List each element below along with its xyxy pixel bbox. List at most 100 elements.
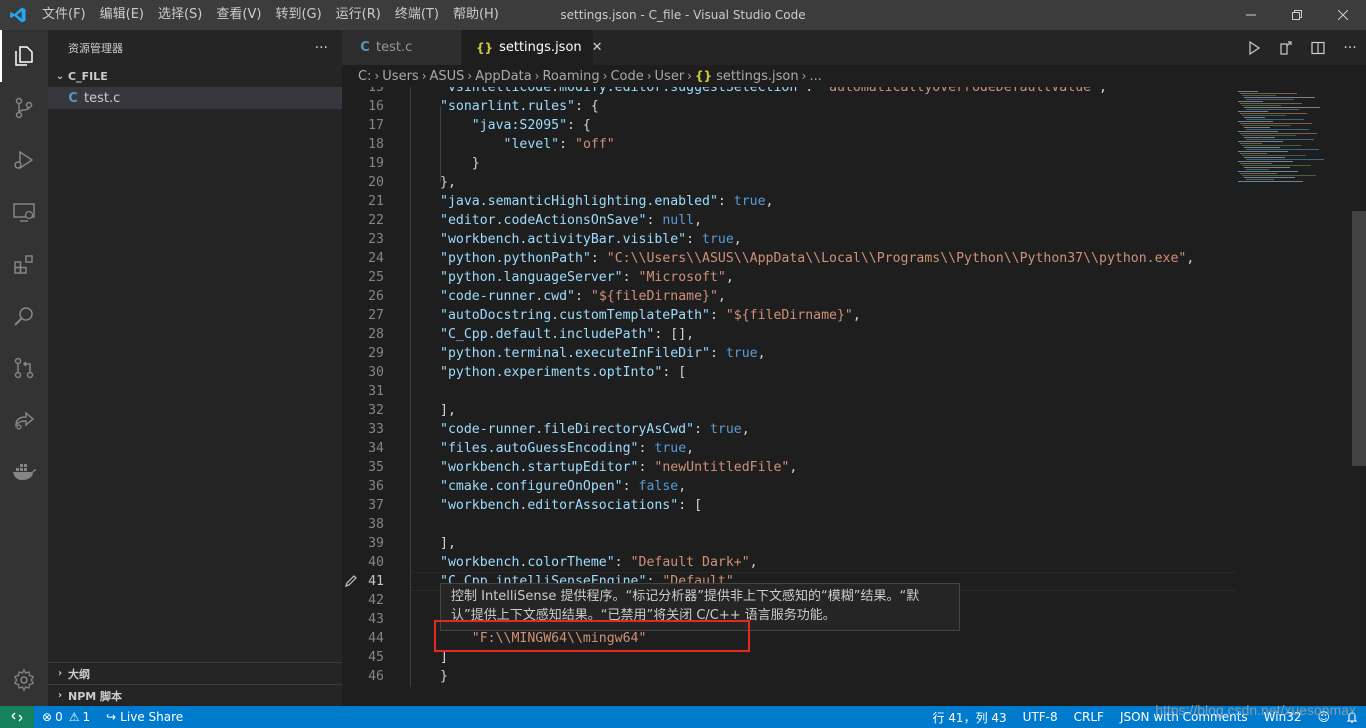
open-settings-ui-icon[interactable]	[1270, 30, 1302, 65]
breadcrumb-item[interactable]: settings.json	[716, 69, 799, 84]
breadcrumb-item[interactable]: Roaming	[542, 69, 599, 84]
npm-scripts-section-header[interactable]: › NPM 脚本	[48, 684, 342, 706]
breadcrumb-item[interactable]: Users	[382, 69, 418, 84]
menu-terminal[interactable]: 终端(T)	[388, 0, 446, 30]
breadcrumb-item[interactable]: Code	[610, 69, 643, 84]
close-window-button[interactable]	[1320, 0, 1366, 30]
minimap-line	[1244, 107, 1320, 108]
breadcrumb-item[interactable]: C:	[358, 69, 371, 84]
file-item-test-c[interactable]: C test.c	[48, 87, 342, 109]
line-number: 39	[368, 536, 384, 551]
line-number: 21	[368, 194, 384, 209]
minimap-line	[1246, 169, 1269, 170]
line-number: 40	[368, 555, 384, 570]
json-file-icon: {}	[694, 69, 713, 83]
minimap-line	[1242, 145, 1301, 146]
watermark-text: https://blog.csdn.net/xuesonmax	[1155, 702, 1356, 718]
minimap-line	[1246, 129, 1309, 130]
code-line: "editor.codeActionsOnSave": null,	[440, 213, 703, 228]
code-line: ],	[440, 536, 456, 551]
code-line: "files.autoGuessEncoding": true,	[440, 441, 695, 456]
live-share-icon[interactable]	[0, 394, 48, 446]
code-line: }	[440, 669, 448, 684]
minimap-line	[1240, 163, 1272, 164]
remote-explorer-icon[interactable]	[0, 186, 48, 238]
run-icon[interactable]	[1238, 30, 1270, 65]
code-line: "workbench.startupEditor": "newUntitledF…	[440, 460, 798, 475]
line-number: 35	[368, 460, 384, 475]
minimap-line	[1238, 111, 1268, 112]
breadcrumb-item[interactable]: ASUS	[430, 69, 465, 84]
line-number: 31	[368, 384, 384, 399]
explorer-icon[interactable]	[0, 30, 48, 82]
menu-go[interactable]: 转到(G)	[268, 0, 328, 30]
line-number: 17	[368, 118, 384, 133]
problems-indicator[interactable]: ⊗ 0 ⚠ 1	[34, 706, 98, 728]
code-line: }	[440, 156, 480, 171]
menu-file[interactable]: 文件(F)	[35, 0, 93, 30]
extensions-icon[interactable]	[0, 238, 48, 290]
vertical-scrollbar[interactable]	[1352, 87, 1366, 706]
run-debug-icon[interactable]	[0, 134, 48, 186]
code-line: "autoDocstring.customTemplatePath": "${f…	[440, 308, 861, 323]
line-number: 15	[368, 87, 384, 95]
docker-icon[interactable]	[0, 446, 48, 498]
line-number: 29	[368, 346, 384, 361]
minimize-button[interactable]	[1228, 0, 1274, 30]
line-number: 28	[368, 327, 384, 342]
remote-indicator-icon[interactable]	[0, 706, 34, 728]
close-icon[interactable]: ✕	[592, 40, 603, 55]
source-control-icon[interactable]	[0, 82, 48, 134]
code-editor[interactable]: 15 16 17 18 19 20 21 22 23 24 25 26 27 28 29 30 31 32 33 34…	[342, 87, 1366, 706]
menu-help[interactable]: 帮助(H)	[446, 0, 506, 30]
window-controls	[1228, 0, 1366, 30]
encoding[interactable]: UTF-8	[1015, 706, 1066, 728]
chevron-right-icon: ›	[57, 668, 63, 679]
outline-section-header[interactable]: › 大纲	[48, 662, 342, 684]
breadcrumb-item[interactable]: ...	[809, 69, 821, 84]
minimap-line	[1244, 137, 1275, 138]
scrollbar-thumb[interactable]	[1352, 211, 1366, 466]
more-actions-icon[interactable]: ···	[315, 40, 328, 56]
more-actions-icon[interactable]: ···	[1334, 30, 1366, 65]
end-of-line[interactable]: CRLF	[1066, 706, 1112, 728]
sidebar-header: 资源管理器 ···	[48, 30, 342, 65]
menu-edit[interactable]: 编辑(E)	[93, 0, 151, 30]
minimap-line	[1238, 151, 1288, 152]
chevron-down-icon: ⌄	[55, 70, 65, 82]
tab-test-c[interactable]: C test.c	[342, 30, 462, 65]
live-share-label: Live Share	[120, 710, 184, 724]
warning-count: 1	[82, 710, 91, 724]
split-editor-icon[interactable]	[1302, 30, 1334, 65]
menu-selection[interactable]: 选择(S)	[151, 0, 209, 30]
line-number: 30	[368, 365, 384, 380]
indent-guide	[410, 87, 411, 687]
minimap-line	[1246, 149, 1319, 150]
code-line: "level": "off"	[503, 137, 615, 152]
breadcrumb-item[interactable]: User	[655, 69, 685, 84]
tab-settings-json[interactable]: {} settings.json ✕	[462, 30, 603, 65]
line-number: 23	[368, 232, 384, 247]
folder-section-header[interactable]: ⌄ C_FILE	[48, 65, 342, 87]
menu-run[interactable]: 运行(R)	[329, 0, 388, 30]
tab-label: settings.json	[499, 40, 582, 55]
menu-view[interactable]: 查看(V)	[209, 0, 268, 30]
editor-group: C test.c {} settings.json ✕ ··· C: › User…	[342, 30, 1366, 706]
breadcrumb-item[interactable]: AppData	[475, 69, 531, 84]
line-number: 37	[368, 498, 384, 513]
search-icon[interactable]	[0, 290, 48, 342]
code-line: "java.semanticHighlighting.enabled": tru…	[440, 194, 774, 209]
minimap[interactable]	[1234, 87, 1352, 197]
minimap-line	[1242, 175, 1316, 176]
line-number: 46	[368, 669, 384, 684]
settings-gear-icon[interactable]	[0, 654, 48, 706]
restore-button[interactable]	[1274, 0, 1320, 30]
cursor-position[interactable]: 行 41，列 43	[924, 706, 1014, 728]
line-number: 33	[368, 422, 384, 437]
line-number: 36	[368, 479, 384, 494]
minimap-line	[1244, 117, 1265, 118]
minimap-line	[1240, 103, 1302, 104]
minimap-line	[1240, 143, 1262, 144]
pull-requests-icon[interactable]	[0, 342, 48, 394]
live-share-button[interactable]: ↪ Live Share	[98, 706, 191, 728]
